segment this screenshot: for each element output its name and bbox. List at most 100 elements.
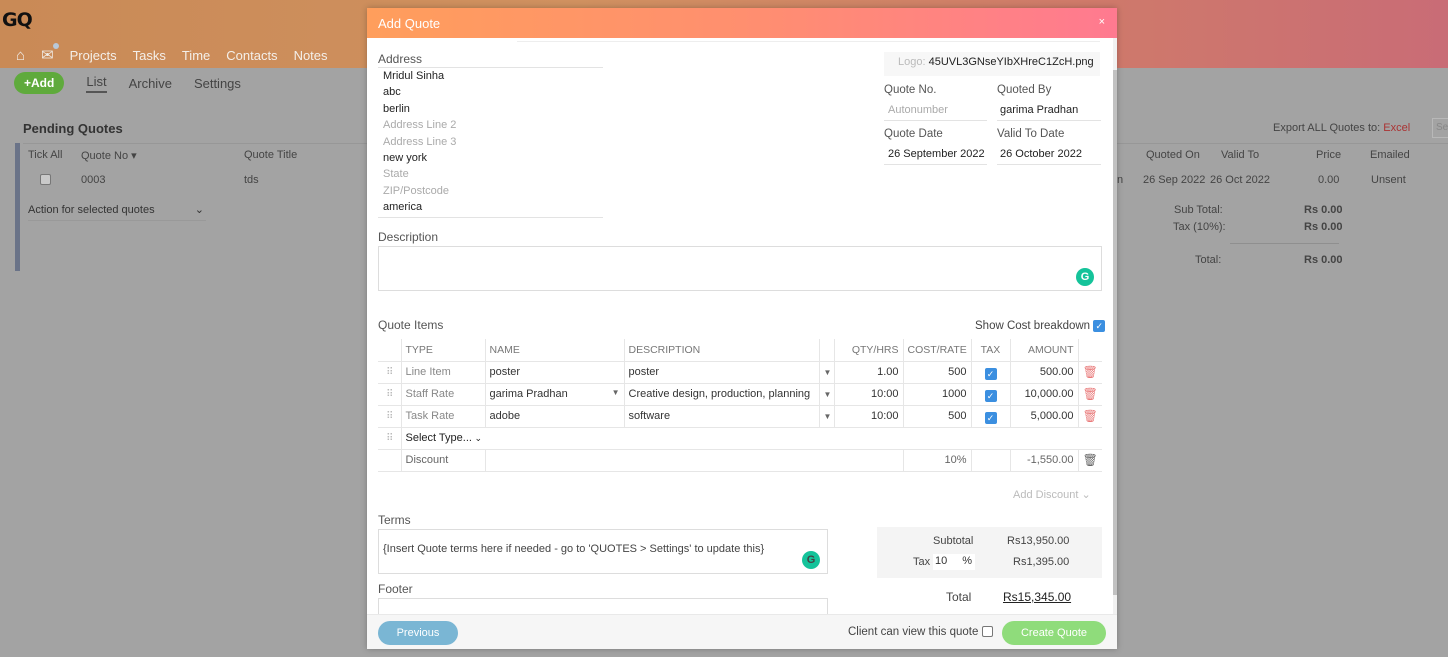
drag-handle-icon[interactable]: ⠿ [378, 383, 402, 406]
logo-upload[interactable]: Logo: 45UVL3GNseYIbXHreC1ZcH.png [884, 52, 1100, 76]
quote-no-input[interactable]: Autonumber [888, 104, 948, 116]
main-nav: ⌂ ✉ Projects Tasks Time Contacts Notes [16, 43, 328, 64]
bulk-action-select[interactable]: Action for selected quotes ⌄ [28, 204, 206, 221]
address-zip-field[interactable]: ZIP/Postcode [383, 183, 603, 199]
tab-archive[interactable]: Archive [129, 76, 172, 91]
table-row: ⠿ Select Type... ⌄ [378, 427, 1102, 450]
bg-total-label: Total: [1195, 254, 1222, 266]
address-line3-field[interactable]: Address Line 3 [383, 134, 603, 150]
tax-rate-input[interactable]: 10% [933, 554, 975, 570]
item-type[interactable]: Staff Rate [401, 383, 486, 406]
nav-contacts[interactable]: Contacts [226, 48, 277, 63]
address-town-field[interactable]: new york [383, 150, 603, 166]
drag-handle-icon[interactable]: ⠿ [378, 405, 402, 428]
col-price[interactable]: Price [1316, 149, 1341, 161]
modal-title: Add Quote [378, 16, 441, 31]
item-type[interactable]: Task Rate [401, 405, 486, 428]
valid-to-label: Valid To Date [997, 128, 1065, 140]
item-name-select[interactable]: garima Pradhan ▼ [485, 383, 625, 406]
modal-footer: Previous Client can view this quote Crea… [367, 614, 1117, 649]
item-name-input[interactable]: adobe [485, 405, 625, 428]
item-type[interactable]: Line Item [401, 361, 486, 384]
col-valid-to[interactable]: Valid To [1221, 149, 1259, 161]
description-textarea[interactable]: G [378, 246, 1102, 291]
tax-checkbox[interactable]: ✓ [971, 361, 1011, 384]
address-line2-field[interactable]: Address Line 2 [383, 117, 603, 133]
item-qty-input[interactable]: 10:00 [834, 405, 904, 428]
divider [378, 217, 603, 218]
mail-icon[interactable]: ✉ [41, 43, 59, 64]
col-quoted-on[interactable]: Quoted On [1146, 149, 1200, 161]
address-fields: Mridul Sinha abc berlin Address Line 2 A… [383, 68, 603, 216]
address-line1-field[interactable]: abc [383, 84, 603, 100]
col-quote-title[interactable]: Quote Title [244, 149, 297, 161]
tab-settings[interactable]: Settings [194, 76, 241, 91]
item-qty-input[interactable]: 10:00 [834, 383, 904, 406]
trash-icon[interactable]: 🗑 [1078, 405, 1102, 428]
nav-projects[interactable]: Projects [70, 48, 117, 63]
address-country-field[interactable]: america [383, 199, 603, 215]
divider [1230, 243, 1339, 244]
close-icon[interactable]: × [1099, 16, 1105, 28]
show-cost-toggle[interactable]: Show Cost breakdown ✓ [975, 320, 1106, 332]
item-description-input[interactable]: poster [624, 361, 820, 384]
client-view-toggle[interactable]: Client can view this quote [848, 626, 994, 638]
col-tick-all[interactable]: Tick All [28, 149, 62, 161]
item-name-input[interactable]: poster [485, 361, 625, 384]
quote-date-input[interactable]: 26 September 2022 [888, 148, 985, 160]
trash-icon[interactable]: 🗑 [1078, 361, 1102, 384]
totals-panel: Subtotal Rs13,950.00 Tax 10% Rs1,395.00 [877, 527, 1102, 578]
item-description-input[interactable]: Creative design, production, planning [624, 383, 820, 406]
nav-time[interactable]: Time [182, 48, 210, 63]
export-excel-link[interactable]: Excel [1383, 122, 1410, 134]
chevron-down-icon: ⌄ [194, 204, 204, 216]
create-quote-button[interactable]: Create Quote [1002, 621, 1106, 645]
item-cost-input[interactable]: 1000 [903, 383, 972, 406]
home-icon[interactable]: ⌂ [16, 47, 25, 64]
item-cost-input[interactable]: 500 [903, 405, 972, 428]
trash-icon[interactable]: 🗑 [1078, 449, 1102, 472]
row-checkbox[interactable] [40, 174, 51, 185]
discount-percent-input[interactable]: 10% [903, 449, 972, 472]
add-discount-button[interactable]: Add Discount ⌄ [1013, 488, 1091, 501]
discount-amount: -1,550.00 [1010, 449, 1079, 472]
select-type-dropdown[interactable]: Select Type... ⌄ [401, 427, 485, 450]
drag-handle-icon[interactable]: ⠿ [378, 427, 402, 450]
previous-button[interactable]: Previous [378, 621, 458, 645]
item-qty-input[interactable]: 1.00 [834, 361, 904, 384]
chevron-down-icon: ⌄ [471, 433, 482, 443]
client-view-checkbox[interactable] [982, 626, 994, 638]
address-name-field[interactable]: Mridul Sinha [383, 68, 603, 84]
valid-to-input[interactable]: 26 October 2022 [1000, 148, 1082, 160]
chevron-down-icon: ⌄ [1081, 489, 1091, 501]
terms-textarea[interactable]: {Insert Quote terms here if needed - go … [378, 529, 828, 574]
scrollbar-thumb[interactable] [1113, 70, 1117, 595]
app-logo[interactable]: GQ [2, 9, 33, 31]
trash-icon[interactable]: 🗑 [1078, 383, 1102, 406]
tax-checkbox[interactable]: ✓ [971, 405, 1011, 428]
tab-list[interactable]: List [86, 74, 107, 93]
address-state-field[interactable]: State [383, 166, 603, 182]
row-quote-title[interactable]: tds [244, 174, 259, 186]
item-description-input[interactable]: software [624, 405, 820, 428]
quote-date-label: Quote Date [884, 128, 943, 140]
col-quote-no[interactable]: Quote No ▾ [81, 149, 137, 162]
drag-handle-icon[interactable]: ⠿ [378, 361, 402, 384]
checkbox-checked-icon: ✓ [984, 367, 997, 380]
checkbox-checked-icon[interactable]: ✓ [1093, 320, 1106, 332]
grammarly-icon[interactable]: G [802, 551, 820, 569]
nav-notes[interactable]: Notes [294, 48, 328, 63]
chevron-down-icon[interactable]: ▼ [819, 405, 835, 428]
nav-tasks[interactable]: Tasks [133, 48, 166, 63]
tax-checkbox[interactable]: ✓ [971, 383, 1011, 406]
address-city-field[interactable]: berlin [383, 101, 603, 117]
col-emailed[interactable]: Emailed [1370, 149, 1410, 161]
search-input[interactable]: Se [1432, 118, 1448, 138]
add-button[interactable]: +Add [14, 72, 65, 94]
grammarly-icon[interactable]: G [1076, 268, 1094, 286]
chevron-down-icon[interactable]: ▼ [819, 361, 835, 384]
item-cost-input[interactable]: 500 [903, 361, 972, 384]
chevron-down-icon[interactable]: ▼ [819, 383, 835, 406]
quoted-by-input[interactable]: garima Pradhan [1000, 104, 1078, 116]
row-quote-no[interactable]: 0003 [81, 174, 105, 186]
